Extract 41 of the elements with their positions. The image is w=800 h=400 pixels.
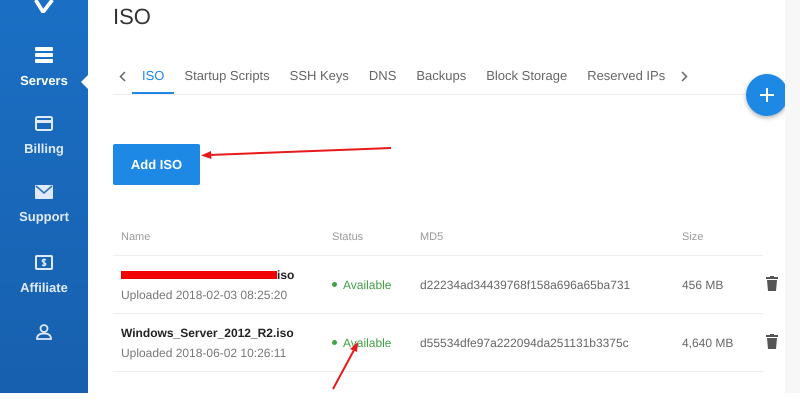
add-iso-button[interactable]: Add ISO xyxy=(113,144,200,185)
tab[interactable]: Reserved IPs xyxy=(577,58,676,94)
status-text: Available xyxy=(343,278,392,292)
envelope-icon xyxy=(35,185,53,200)
column-header: Size xyxy=(681,231,704,243)
user-icon xyxy=(36,324,52,340)
tab[interactable]: SSH Keys xyxy=(280,58,359,94)
sidebar-item[interactable]: Affiliate xyxy=(0,254,88,324)
sidebar-item[interactable]: Support xyxy=(0,185,88,255)
upload-date: Uploaded 2018-06-02 10:26:11 xyxy=(121,346,288,360)
trash-icon[interactable] xyxy=(766,334,778,348)
sidebar-item[interactable]: Billing xyxy=(0,116,88,186)
tab[interactable]: DNS xyxy=(358,58,406,94)
status-dot xyxy=(332,282,337,287)
file-name: Windows_Server_2012_R2.iso xyxy=(121,326,294,340)
plus-icon xyxy=(760,88,774,102)
chevron-left-icon[interactable] xyxy=(119,70,126,82)
add-button[interactable] xyxy=(746,74,788,116)
status-text: Available xyxy=(343,336,392,350)
trash-icon[interactable] xyxy=(766,276,778,290)
dollar-icon xyxy=(35,254,53,270)
status-dot xyxy=(332,340,337,345)
tab[interactable]: ISO xyxy=(132,58,174,94)
column-header: MD5 xyxy=(419,231,444,243)
tab[interactable]: Block Storage xyxy=(476,58,578,94)
file-name: iso xyxy=(277,268,294,282)
upload-date: Uploaded 2018-02-03 08:25:20 xyxy=(121,288,288,302)
page-title: ISO xyxy=(113,4,152,30)
tab[interactable]: Backups xyxy=(406,58,476,94)
file-size: 4,640 MB xyxy=(681,336,734,350)
md5-hash: d55534dfe97a222094da251131b3375c xyxy=(419,336,630,350)
tab[interactable]: Startup Scripts xyxy=(174,58,280,94)
chevron-right-icon[interactable] xyxy=(681,70,688,82)
file-size: 456 MB xyxy=(681,278,724,292)
column-header: Status xyxy=(331,231,364,243)
card-icon xyxy=(35,116,53,132)
sidebar-item[interactable]: Servers xyxy=(0,46,88,116)
logo-icon xyxy=(32,0,56,13)
server-icon xyxy=(35,46,53,63)
column-header: Name xyxy=(120,231,152,243)
md5-hash: d22234ad34439768f158a696a65ba731 xyxy=(419,278,632,292)
